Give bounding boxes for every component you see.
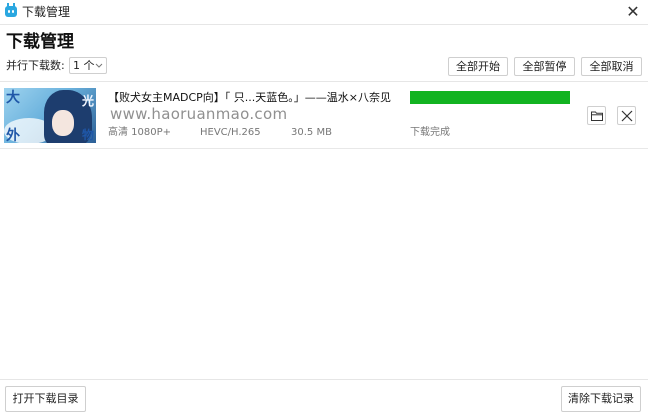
delete-icon: [621, 110, 633, 122]
concurrency-label: 并行下载数:: [6, 59, 65, 72]
delete-item-button[interactable]: [617, 106, 636, 125]
thumbnail-text: 物: [82, 128, 95, 142]
divider: [0, 379, 648, 380]
file-size: 30.5 MB: [291, 127, 332, 138]
cancel-all-button[interactable]: 全部取消: [581, 57, 642, 76]
pause-all-button[interactable]: 全部暂停: [514, 57, 575, 76]
app-logo-icon: [5, 3, 17, 17]
concurrency-value: 1 个: [73, 59, 95, 72]
title-bar: 下载管理 ✕: [0, 0, 648, 25]
folder-icon: [591, 111, 603, 121]
window-title: 下载管理: [22, 5, 71, 19]
watermark-text: www.haoruanmao.com: [110, 105, 288, 123]
quality-label: 高清 1080P+: [108, 127, 172, 138]
close-icon[interactable]: ✕: [624, 3, 642, 21]
video-thumbnail: 大 外 光 物: [4, 88, 96, 143]
concurrency-select[interactable]: 1 个: [69, 57, 107, 74]
thumbnail-text: 外: [6, 128, 20, 144]
open-download-dir-button[interactable]: 打开下载目录: [5, 386, 86, 412]
progress-bar: [410, 91, 570, 104]
clear-records-button[interactable]: 清除下载记录: [561, 386, 641, 412]
codec-label: HEVC/H.265: [200, 127, 261, 138]
page-title: 下载管理: [6, 32, 74, 52]
progress-fill: [410, 91, 570, 104]
thumbnail-text: 大: [6, 90, 20, 106]
download-status: 下载完成: [410, 127, 450, 138]
chevron-down-icon: [95, 58, 103, 79]
download-title: 【败犬女主MADCP向】「 只...天蓝色。」——温水×八奈见: [108, 91, 392, 104]
open-folder-button[interactable]: [587, 106, 606, 125]
thumbnail-text: 光: [82, 94, 95, 108]
start-all-button[interactable]: 全部开始: [448, 57, 508, 76]
